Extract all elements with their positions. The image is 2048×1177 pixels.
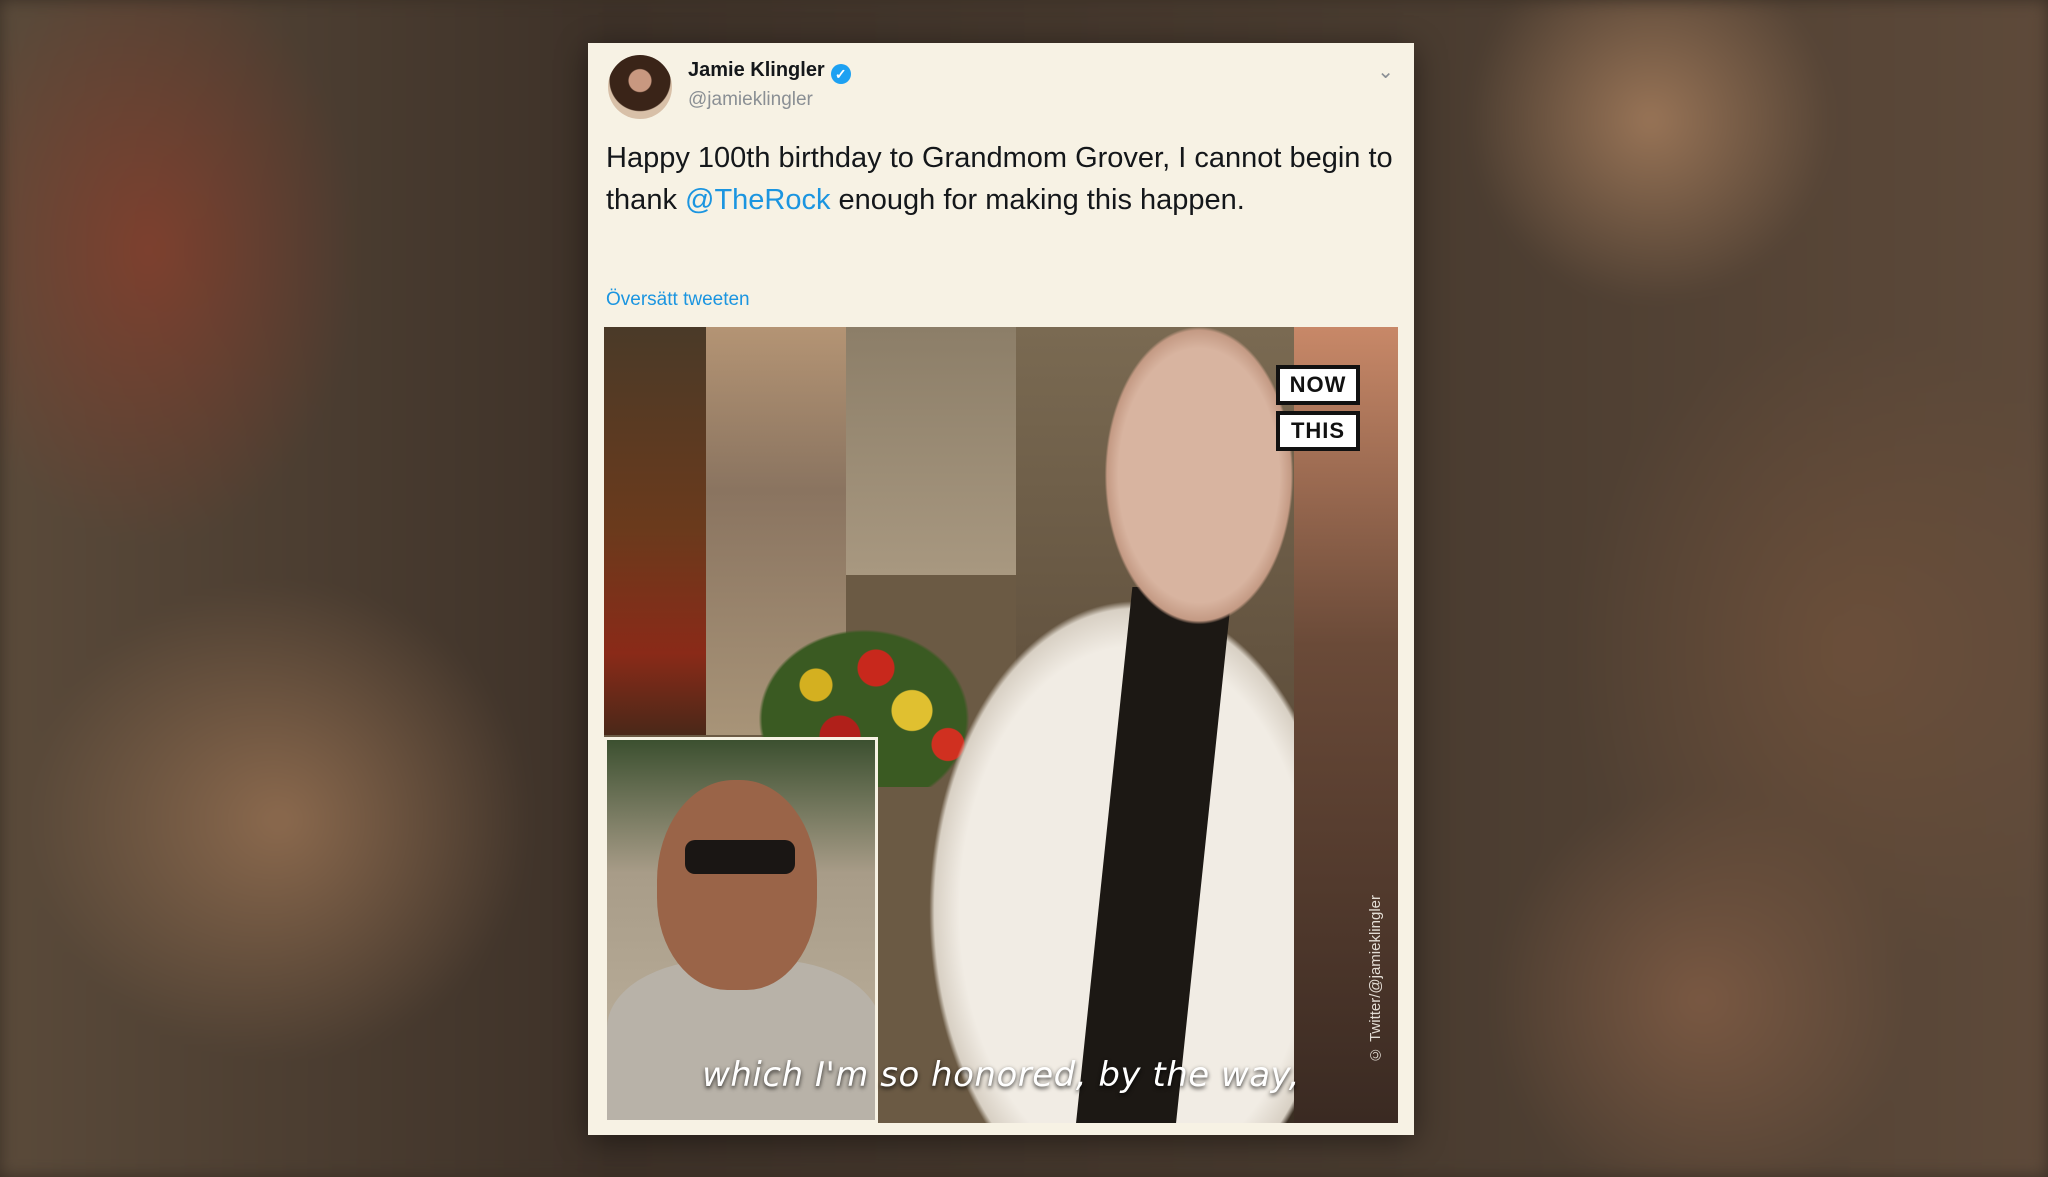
video-scene-photo (846, 327, 1016, 575)
author-handle[interactable]: @jamieklingler (688, 89, 813, 111)
translate-tweet-link[interactable]: Översätt tweeten (606, 289, 750, 311)
inset-head (657, 780, 817, 990)
logo-this: THIS (1276, 411, 1360, 451)
chevron-down-icon[interactable]: ⌄ (1377, 59, 1394, 84)
video-subtitle: which I'm so honored, by the way, (702, 1055, 1300, 1095)
mention-link[interactable]: @TheRock (685, 184, 830, 216)
logo-now: NOW (1276, 365, 1360, 405)
author-name-row[interactable]: Jamie Klingler ✓ (688, 59, 851, 84)
nowthis-logo: NOW THIS (1276, 365, 1360, 457)
verified-badge-icon: ✓ (830, 64, 851, 84)
author-avatar[interactable] (608, 55, 672, 119)
video-scene-left (604, 327, 706, 735)
tweet-card: Jamie Klingler ✓ @jamieklingler ⌄ Happy 1… (588, 43, 1414, 1135)
author-name[interactable]: Jamie Klingler (688, 59, 825, 81)
tweet-text-part2: enough for making this happen. (830, 184, 1245, 216)
video-credit: © Twitter/@jamieklingler (1367, 895, 1384, 1063)
inset-sunglasses (685, 840, 795, 874)
tweet-video[interactable]: NOW THIS © Twitter/@jamieklingler which … (604, 327, 1398, 1123)
tweet-text: Happy 100th birthday to Grandmom Grover,… (606, 137, 1396, 221)
